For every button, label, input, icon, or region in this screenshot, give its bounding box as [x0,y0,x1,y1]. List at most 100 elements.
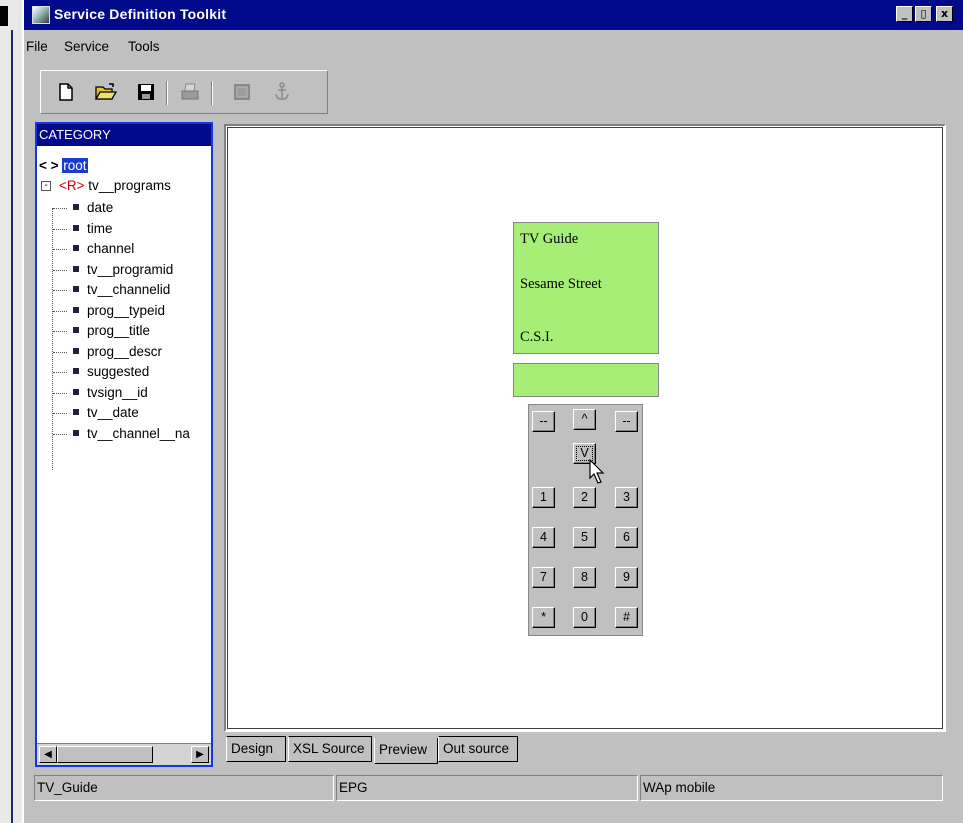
title-bar[interactable]: Service Definition Toolkit _ ▯ x [24,0,963,30]
preview-canvas: TV Guide Sesame Street C.S.I. -- ^ -- V … [224,124,946,732]
tree-root-row[interactable]: < > root [39,156,88,176]
phone-input-field[interactable] [513,363,659,397]
digit-key[interactable]: * [532,607,555,628]
nav-up-key[interactable]: ^ [573,409,596,430]
tree-node-row[interactable]: <R> tv__programs [59,176,171,196]
phone-keypad: -- ^ -- V 1 2 3 4 5 6 7 8 9 * 0 # [528,404,643,636]
minimize-button[interactable]: _ [896,6,913,22]
tab-design[interactable]: Design [226,736,286,762]
tree-guide-line [53,228,67,230]
tree-leaf-label: time [87,220,113,236]
new-file-button[interactable] [53,79,79,105]
mouse-cursor-icon [589,459,605,484]
tree-leaf-row[interactable]: tv__date [73,403,139,423]
toolbar-separator [166,81,168,105]
tree-leaf-label: prog__title [87,323,151,338]
tab-preview[interactable]: Preview [374,738,438,764]
tree-leaf-label: tv__date [87,405,139,420]
open-folder-icon [95,83,117,100]
menu-bar: File Service Tools [24,30,963,60]
digit-key[interactable]: 6 [615,527,638,548]
grid-button[interactable] [229,79,255,105]
anchor-icon [275,82,289,100]
leaf-node-icon [73,368,79,374]
tree-leaf-row[interactable]: date [73,198,113,218]
menu-file[interactable]: File [26,39,48,54]
tree-guide-line [53,413,67,414]
tree-leaf-label: tvsign__id [87,384,148,400]
tree-guide-line [53,290,67,291]
digit-key[interactable]: 3 [615,487,638,508]
tree-leaf-row[interactable]: prog__typeid [73,301,165,321]
app-icon[interactable] [32,6,50,24]
status-service-name: TV_Guide [34,775,334,801]
desktop-window-edge [0,6,8,26]
digit-key[interactable]: 2 [573,487,596,508]
screen-line: Sesame Street [520,276,602,292]
digit-key[interactable]: 7 [532,567,555,588]
tree-leaf-row[interactable]: tv__channel__na [73,424,190,444]
tree-leaf-row[interactable]: prog__descr [73,342,162,362]
tree-leaf-label: suggested [87,364,150,379]
print-button[interactable] [177,79,203,105]
tree-root-label[interactable]: root [62,158,88,173]
nav-left-key[interactable]: -- [532,411,555,432]
toolbar-separator [211,81,213,105]
tree-horizontal-scrollbar[interactable]: ◀ ▶ [37,743,211,765]
leaf-node-icon [73,224,79,231]
digit-key[interactable]: 4 [532,527,555,548]
screen-line: C.S.I. [520,329,554,345]
tab-xsl-source[interactable]: XSL Source [288,736,372,762]
nav-right-key[interactable]: -- [615,411,638,432]
close-icon: x [940,7,949,20]
tree-guide-line [53,310,67,312]
tree-leaf-row[interactable]: suggested [73,362,149,382]
leaf-node-icon [73,306,79,313]
digit-key[interactable]: 8 [573,567,596,588]
new-file-icon [59,83,73,101]
open-button[interactable] [93,79,119,105]
tree-leaf-label: prog__typeid [87,302,166,318]
digit-key[interactable]: 5 [573,527,596,548]
anchor-button[interactable] [269,79,295,105]
tree-leaf-row[interactable]: channel [73,239,134,259]
tree-leaf-row[interactable]: tv__channelid [73,280,170,300]
digit-key[interactable]: 1 [532,487,555,508]
digit-key[interactable]: 0 [573,607,596,628]
status-category: EPG [336,775,638,801]
print-icon [181,83,199,100]
maximize-icon: ▯ [920,7,927,20]
toolbar [40,70,328,114]
maximize-button[interactable]: ▯ [915,6,932,22]
collapse-icon[interactable]: - [41,181,51,191]
save-button[interactable] [133,79,159,105]
digit-key[interactable]: # [615,607,638,628]
app-window: Service Definition Toolkit _ ▯ x File Se… [22,0,963,823]
tree-guide-line [53,433,67,435]
menu-tools[interactable]: Tools [128,39,160,54]
desktop-line [11,30,13,823]
scroll-thumb[interactable] [57,746,153,763]
tree-leaf-row[interactable]: time [73,219,113,239]
tree-guide-line [53,269,67,271]
leaf-node-icon [73,409,79,415]
desktop-edge [0,0,22,823]
tree-guide-line [53,249,67,250]
tree-leaf-row[interactable]: prog__title [73,321,150,341]
window-title: Service Definition Toolkit [54,6,227,22]
leaf-node-icon [73,388,79,395]
scroll-left-button[interactable]: ◀ [39,746,57,763]
tree-leaf-label: tv__channel__na [87,425,190,441]
tree-leaf-row[interactable]: tvsign__id [73,383,148,403]
save-icon [138,84,154,100]
scroll-right-button[interactable]: ▶ [191,746,209,763]
close-button[interactable]: x [936,6,953,22]
category-tree: < > root - <R> tv__programs date time chan… [37,148,211,738]
menu-service[interactable]: Service [64,39,109,54]
tree-guide-line [53,331,67,332]
digit-key[interactable]: 9 [615,567,638,588]
tree-guide-line [53,372,67,373]
tab-out-source[interactable]: Out source [438,736,518,762]
grid-icon [234,84,250,100]
tree-leaf-row[interactable]: tv__programid [73,260,173,280]
